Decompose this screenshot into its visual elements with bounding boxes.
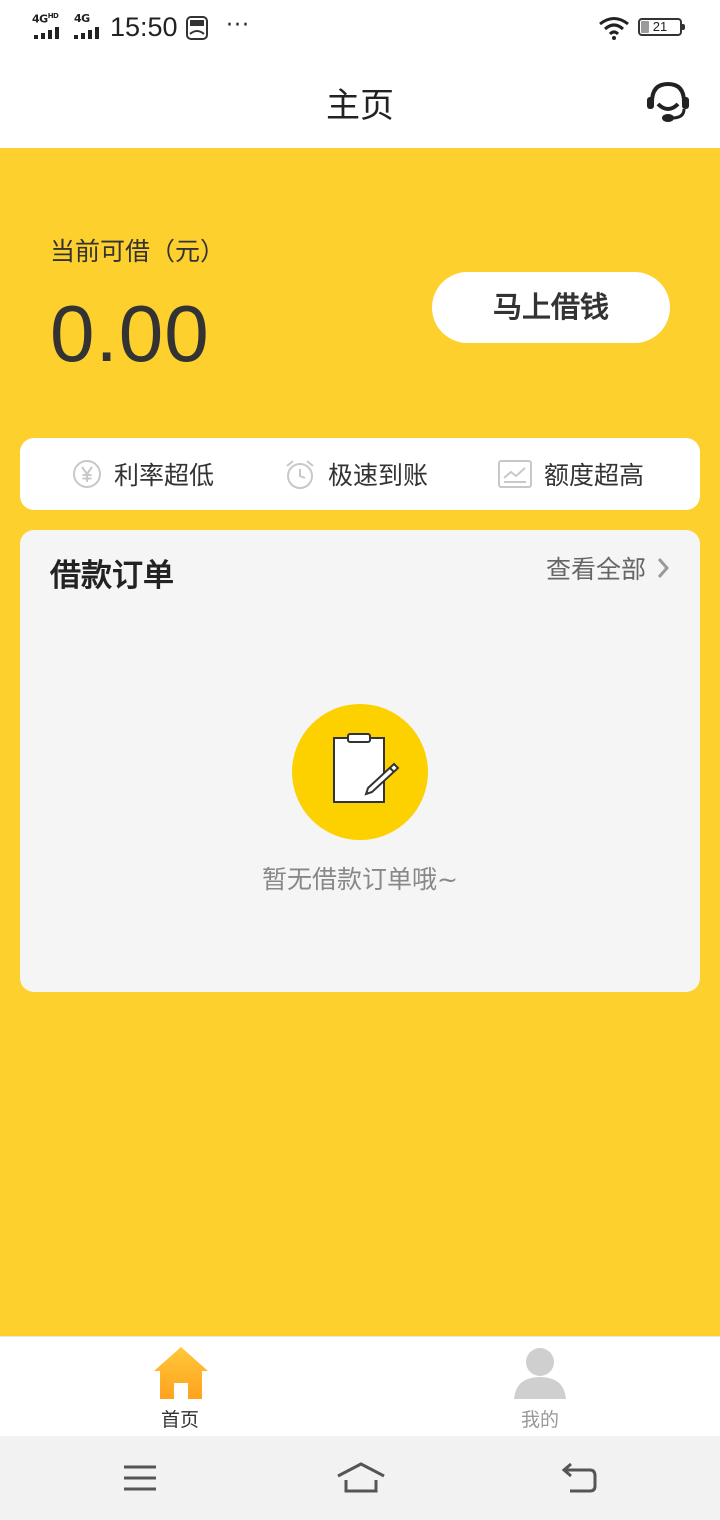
borrow-now-button[interactable]: 马上借钱 (432, 272, 670, 343)
feature-label: 利率超低 (114, 461, 215, 490)
chart-icon (498, 460, 532, 488)
orders-section-title: 借款订单 (50, 558, 174, 594)
status-bar: 4GHD 4G 15:50 ··· 21 (0, 0, 720, 56)
loan-orders-card: 借款订单 查看全部 暂无借款订单哦~ (20, 530, 700, 992)
network-indicator-1: 4GHD (32, 12, 59, 26)
network-indicator-2: 4G (74, 12, 90, 25)
empty-orders-message: 暂无借款订单哦~ (262, 865, 458, 894)
features-card: 利率超低 极速到账 额度超高 (20, 438, 700, 510)
available-credit-amount: 0.00 (50, 289, 210, 378)
feature-low-rate: 利率超低 (72, 438, 214, 510)
tab-mine[interactable]: 我的 (360, 1337, 720, 1437)
tab-home-label: 首页 (160, 1409, 199, 1431)
status-time: 15:50 (110, 12, 178, 42)
signal-bars-1-icon (34, 27, 62, 39)
empty-orders-illustration (292, 704, 428, 840)
notification-app-icon (186, 16, 208, 40)
status-more-dots: ··· (226, 13, 250, 38)
view-all-orders-link[interactable]: 查看全部 (546, 550, 670, 586)
battery-icon: 21 (638, 18, 685, 36)
home-nav-icon[interactable] (336, 1462, 386, 1494)
feature-label: 极速到账 (328, 461, 429, 490)
home-icon (154, 1347, 208, 1399)
available-credit-label: 当前可借（元） (50, 237, 226, 266)
clipboard-pen-icon (333, 733, 400, 803)
page-title: 主页 (326, 86, 394, 126)
feature-high-limit: 额度超高 (498, 438, 644, 510)
wifi-icon (599, 17, 629, 40)
bottom-tab-bar: 首页 我的 (0, 1336, 720, 1436)
tab-mine-label: 我的 (520, 1409, 559, 1431)
user-profile-icon (514, 1348, 566, 1399)
chevron-right-icon (657, 558, 670, 578)
back-icon[interactable] (560, 1462, 598, 1494)
yen-icon (73, 460, 101, 488)
view-all-label: 查看全部 (545, 555, 646, 584)
menu-icon[interactable] (122, 1464, 158, 1492)
signal-bars-2-icon (74, 27, 102, 39)
customer-service-icon[interactable] (644, 80, 692, 124)
feature-label: 额度超高 (544, 461, 645, 490)
feature-fast-payout: 极速到账 (284, 438, 428, 510)
system-navigation-bar (0, 1436, 720, 1520)
alarm-clock-icon (286, 460, 314, 489)
tab-home[interactable]: 首页 (0, 1337, 360, 1437)
app-header: 主页 (0, 56, 720, 148)
